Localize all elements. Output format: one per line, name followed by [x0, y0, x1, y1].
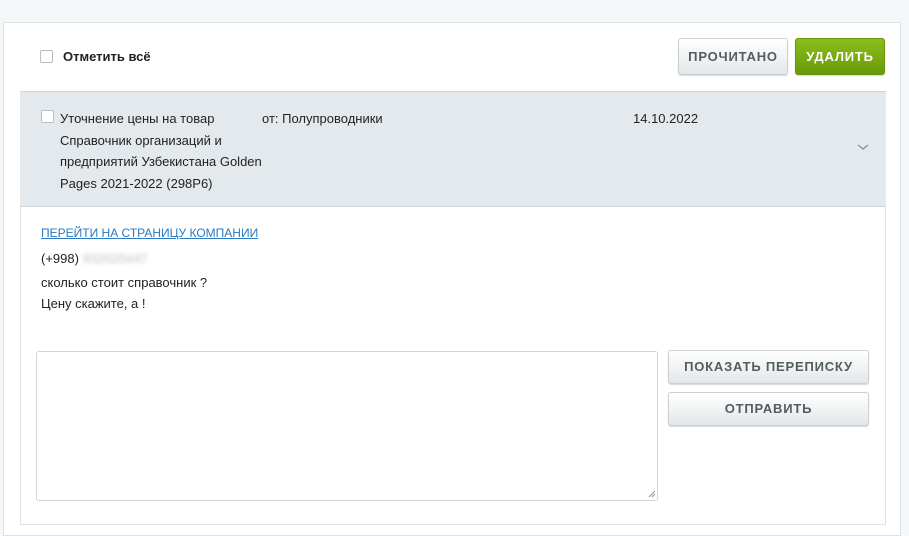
reply-textarea[interactable] [36, 351, 658, 501]
message-date: 14.10.2022 [633, 111, 699, 126]
subject-line: Справочник организаций и [60, 132, 222, 148]
mark-read-button[interactable]: ПРОЧИТАНО [678, 38, 788, 75]
message-checkbox[interactable] [41, 110, 54, 123]
phone-code: (+998) [41, 251, 79, 266]
message-text-line: Цену скажите, а ! [41, 296, 146, 311]
message-subject: Уточнение цены на товар Справочник орган… [60, 108, 275, 194]
company-page-link[interactable]: ПЕРЕЙТИ НА СТРАНИЦУ КОМПАНИИ [41, 226, 258, 240]
message-text-line: сколько стоит справочник ? [41, 275, 208, 290]
delete-button[interactable]: УДАЛИТЬ [795, 38, 885, 75]
subject-line: Pages 2021-2022 (298P6) [60, 175, 213, 191]
message-sender: от: Полупроводники [262, 111, 383, 126]
phone-number-blurred: 932025447 [82, 251, 149, 266]
messages-panel: Отметить всё ПРОЧИТАНО УДАЛИТЬ Уточнение… [3, 22, 901, 536]
subject-line: Уточнение цены на товар [60, 111, 215, 126]
select-all-checkbox[interactable] [40, 50, 53, 63]
chevron-down-icon[interactable] [856, 142, 870, 152]
subject-line: предприятий Узбекистана Golden [60, 154, 262, 169]
send-button[interactable]: ОТПРАВИТЬ [668, 392, 869, 426]
message-body: ПЕРЕЙТИ НА СТРАНИЦУ КОМПАНИИ (+998) 93202… [20, 207, 886, 525]
show-thread-button[interactable]: ПОКАЗАТЬ ПЕРЕПИСКУ [668, 350, 869, 384]
message-header[interactable]: Уточнение цены на товар Справочник орган… [20, 91, 886, 207]
phone-line: (+998) 932025447 [41, 251, 148, 266]
select-all-label: Отметить всё [63, 49, 151, 64]
resize-handle-icon[interactable] [648, 490, 656, 498]
